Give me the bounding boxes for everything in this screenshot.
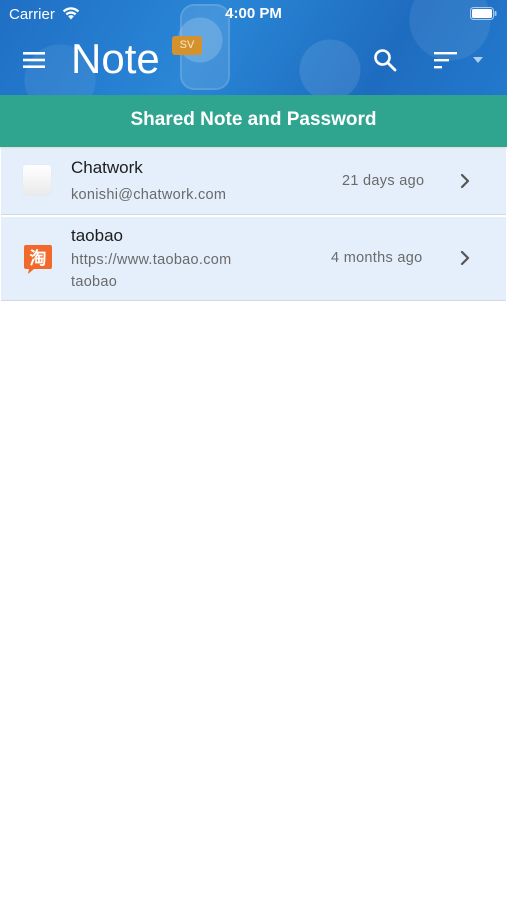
item-title: Chatwork (71, 158, 143, 177)
list-item[interactable]: 淘 taobao https://www.taobao.com taobao 4… (1, 217, 506, 301)
hamburger-menu-icon[interactable] (22, 49, 48, 71)
item-subtitle: konishi@chatwork.com (71, 187, 227, 203)
item-url: https://www.taobao.com (71, 252, 232, 268)
item-date: 21 days ago (342, 173, 425, 189)
sort-icon[interactable] (433, 50, 459, 70)
item-subtitle: taobao (71, 274, 118, 290)
taobao-icon: 淘 (24, 245, 52, 274)
taobao-icon-glyph: 淘 (30, 248, 47, 269)
app-title: Note (71, 35, 160, 82)
app-header: Carrier 4:00 PM Note SV (0, 0, 507, 95)
battery-icon (470, 7, 497, 20)
item-date: 4 months ago (331, 250, 423, 266)
list-item[interactable]: Chatwork konishi@chatwork.com 21 days ag… (1, 149, 506, 215)
sv-badge: SV (172, 36, 202, 55)
chevron-right-icon (460, 250, 470, 266)
chevron-right-icon (460, 173, 470, 189)
caret-down-icon[interactable] (472, 56, 484, 64)
status-bar: Carrier 4:00 PM (0, 0, 507, 28)
search-icon[interactable] (372, 47, 398, 73)
blank-app-icon (23, 165, 51, 195)
section-header: Shared Note and Password (0, 95, 507, 147)
status-time: 4:00 PM (225, 5, 282, 22)
item-title: taobao (71, 226, 123, 245)
